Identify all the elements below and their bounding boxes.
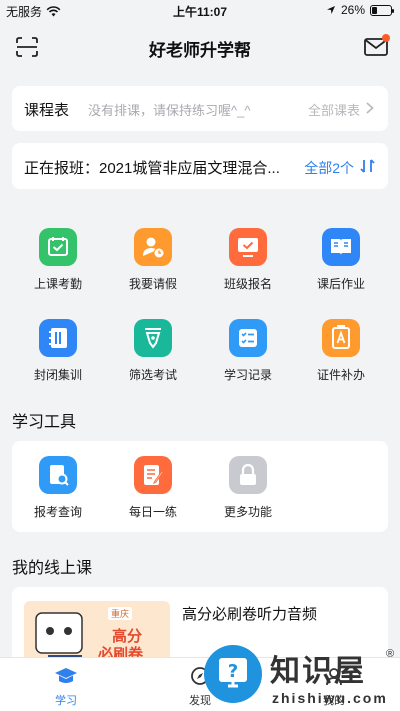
study-tools-card: 报考查询 每日一练 更多功能 xyxy=(12,441,388,532)
schedule-title: 课程表 xyxy=(24,102,70,119)
feature-label: 筛选考试 xyxy=(128,368,177,382)
feature-homework[interactable]: 课后作业 xyxy=(296,228,386,292)
enrolling-card[interactable]: 正在报班：2021城管非应届文理混合... 全部2个 xyxy=(12,143,388,189)
chevron-right-icon xyxy=(366,102,374,114)
study-tools-title: 学习工具 xyxy=(12,414,77,431)
watermark-registered-mark: ® xyxy=(386,648,395,660)
feature-study-records[interactable]: 学习记录 xyxy=(203,319,293,383)
online-courses-title: 我的线上课 xyxy=(12,560,93,577)
notebook-icon xyxy=(39,319,77,357)
tool-exam-lookup[interactable]: 报考查询 xyxy=(13,456,103,520)
enrolling-class-text: 正在报班：2021城管非应届文理混合... xyxy=(24,160,280,177)
battery-icon xyxy=(370,4,394,16)
tool-label: 每日一练 xyxy=(128,505,177,519)
book-open-icon xyxy=(322,228,360,266)
notepad-pen-icon xyxy=(134,456,172,494)
monitor-check-icon xyxy=(229,228,267,266)
feature-label: 证件补办 xyxy=(316,368,365,382)
feature-screening-exam[interactable]: 筛选考试 xyxy=(108,319,198,383)
lock-icon xyxy=(229,456,267,494)
feature-label: 班级报名 xyxy=(223,277,272,291)
tool-label: 更多功能 xyxy=(223,505,272,519)
feature-label: 我要请假 xyxy=(128,277,177,291)
tool-more-functions[interactable]: 更多功能 xyxy=(203,456,293,520)
battery-percent: 26% xyxy=(340,3,365,17)
tool-label: 报考查询 xyxy=(33,505,82,519)
person-clock-icon xyxy=(134,228,172,266)
calendar-check-icon xyxy=(39,228,77,266)
feature-label: 封闭集训 xyxy=(33,368,82,382)
feature-leave-request[interactable]: 我要请假 xyxy=(108,228,198,292)
pen-nib-icon xyxy=(134,319,172,357)
search-doc-icon xyxy=(39,456,77,494)
feature-label: 学习记录 xyxy=(223,368,272,382)
checklist-icon xyxy=(229,319,267,357)
watermark-logo: ? xyxy=(204,645,262,703)
status-bar: 无服务 上午11:07 26% xyxy=(0,0,400,22)
tool-daily-practice[interactable]: 每日一练 xyxy=(108,456,198,520)
page-title: 好老师升学帮 xyxy=(149,41,251,60)
schedule-empty-message: 没有排课，请保持练习喔^_^ xyxy=(88,103,251,118)
all-schedule-link[interactable]: 全部课表 xyxy=(308,100,360,119)
location-arrow-icon xyxy=(326,6,335,14)
feature-label: 课后作业 xyxy=(316,277,365,291)
sort-icon[interactable] xyxy=(360,159,376,173)
feature-closed-training[interactable]: 封闭集训 xyxy=(13,319,103,383)
course-name: 高分必刷卷听力音频 xyxy=(182,606,318,623)
feature-label: 上课考勤 xyxy=(33,277,82,291)
unread-dot xyxy=(382,34,390,42)
help-monitor-icon: ? xyxy=(219,658,247,688)
watermark-brand: 知识屋 xyxy=(270,655,366,688)
tab-study[interactable]: 学习 xyxy=(36,666,96,708)
id-badge-icon xyxy=(322,319,360,357)
feature-attendance[interactable]: 上课考勤 xyxy=(13,228,103,292)
feature-certificate-reissue[interactable]: 证件补办 xyxy=(296,319,386,383)
all-classes-link[interactable]: 全部2个 xyxy=(304,158,354,178)
graduation-cap-icon xyxy=(55,668,77,683)
svg-text:?: ? xyxy=(228,661,238,682)
schedule-card[interactable]: 课程表 没有排课，请保持练习喔^_^ 全部课表 xyxy=(12,86,388,131)
navigation-bar: 好老师升学帮 xyxy=(0,22,400,72)
watermark-url: zhishiwu.com xyxy=(272,690,388,706)
feature-class-signup[interactable]: 班级报名 xyxy=(203,228,293,292)
thumb-tag: 重庆 xyxy=(108,607,133,620)
